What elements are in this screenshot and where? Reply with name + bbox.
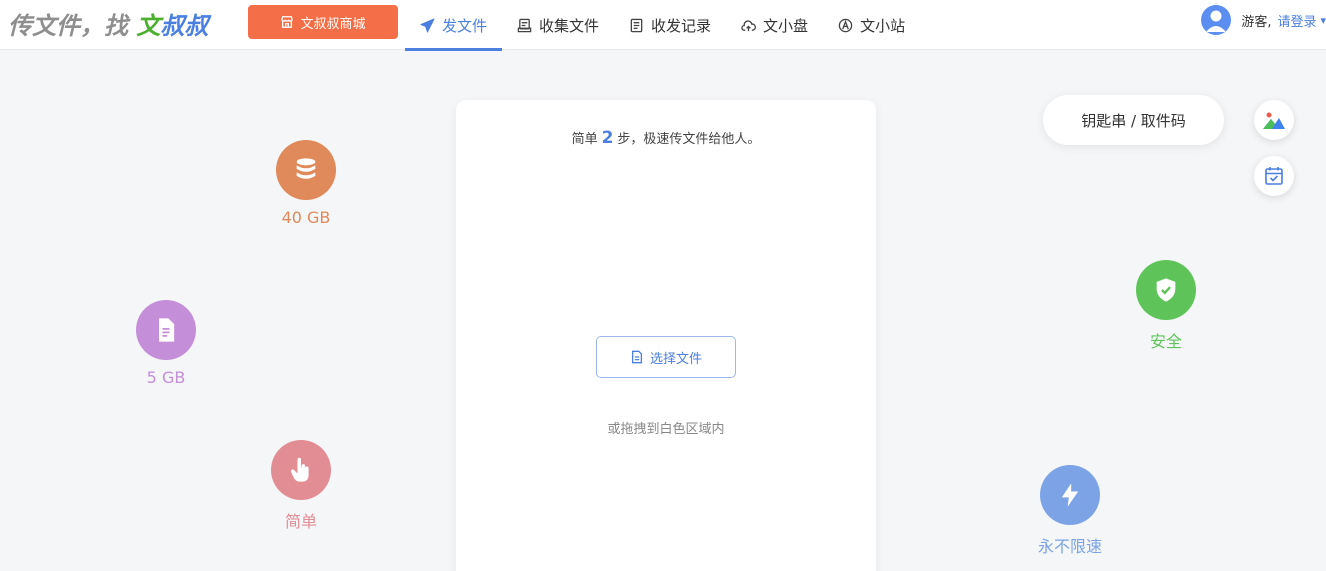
feature-secure: 安全 [1106, 260, 1226, 352]
feature-storage: 40 GB [246, 140, 366, 227]
tip-step-count: 2 [601, 128, 614, 148]
pickup-code-button[interactable]: 钥匙串 / 取件码 [1043, 95, 1224, 145]
nav-collect-files-label: 收集文件 [539, 16, 600, 35]
tip-prefix: 简单 [571, 132, 598, 147]
nav-records[interactable]: 收发记录 [614, 0, 726, 50]
shield-check-icon [1136, 260, 1196, 320]
feature-storage-label: 40 GB [281, 208, 331, 227]
feature-file-size-label: 5 GB [146, 368, 186, 387]
store-icon [281, 16, 294, 28]
avatar[interactable] [1201, 5, 1232, 35]
nav-disk[interactable]: 文小盘 [726, 0, 823, 50]
feature-speed: 永不限速 [1010, 465, 1130, 557]
calendar-button[interactable] [1254, 156, 1294, 196]
feature-simple-label: 简单 [284, 512, 317, 531]
main-nav: 发文件 收集文件 收发记录 文小盘 文小站 [405, 0, 920, 51]
calendar-check-icon [1265, 167, 1283, 185]
feature-simple: 简单 [241, 440, 361, 532]
drag-hint: 或拖拽到白色区域内 [607, 422, 725, 437]
feature-file-size: 5 GB [106, 300, 226, 387]
feature-speed-label: 永不限速 [1037, 537, 1102, 556]
hand-pointer-icon [271, 440, 331, 500]
nav-site[interactable]: 文小站 [823, 0, 920, 50]
logo-text-3: 叔叔 [160, 12, 209, 40]
nav-disk-label: 文小盘 [763, 16, 809, 35]
database-icon [276, 140, 336, 200]
paper-plane-icon [420, 17, 435, 33]
chevron-down-icon[interactable]: ▾ [1320, 14, 1326, 27]
top-navbar: 传文件，找 文叔叔 文叔叔商城 发文件 收集文件 收发记录 文小盘 文小站 游客… [0, 0, 1326, 51]
guest-label: 游客, [1241, 14, 1272, 30]
select-file-label: 选择文件 [649, 351, 702, 367]
document-list-icon [630, 18, 643, 32]
nav-records-label: 收发记录 [651, 16, 712, 35]
tip-suffix: 步，极速传文件给他人。 [617, 132, 761, 147]
file-icon [631, 350, 643, 364]
logo-text-1: 传文件，找 [8, 12, 137, 40]
shop-button[interactable]: 文叔叔商城 [248, 5, 398, 39]
lightning-icon [1040, 465, 1100, 525]
upload-card[interactable]: 简单 2 步，极速传文件给他人。 选择文件 或拖拽到白色区域内 [456, 100, 876, 571]
nav-site-label: 文小站 [860, 16, 906, 35]
inbox-icon [517, 18, 532, 32]
nav-collect-files[interactable]: 收集文件 [502, 0, 614, 50]
file-icon [136, 300, 196, 360]
logo[interactable]: 传文件，找 文叔叔 [8, 6, 208, 41]
steps-tip: 简单 2 步，极速传文件给他人。 [456, 128, 876, 148]
user-area: 游客, 请登录 ▾ [1201, 0, 1326, 40]
picture-button[interactable] [1254, 100, 1294, 140]
logo-text-2: 文 [136, 12, 161, 40]
feature-secure-label: 安全 [1149, 332, 1182, 351]
shop-button-label: 文叔叔商城 [300, 16, 366, 32]
picture-icon [1263, 112, 1285, 129]
user-icon [1206, 10, 1227, 32]
login-link[interactable]: 请登录 [1277, 11, 1316, 30]
select-file-button[interactable]: 选择文件 [596, 336, 736, 378]
cloud-upload-icon [741, 19, 757, 31]
nav-send-files[interactable]: 发文件 [405, 0, 503, 51]
compass-icon [838, 18, 853, 32]
nav-send-files-label: 发文件 [442, 16, 488, 35]
